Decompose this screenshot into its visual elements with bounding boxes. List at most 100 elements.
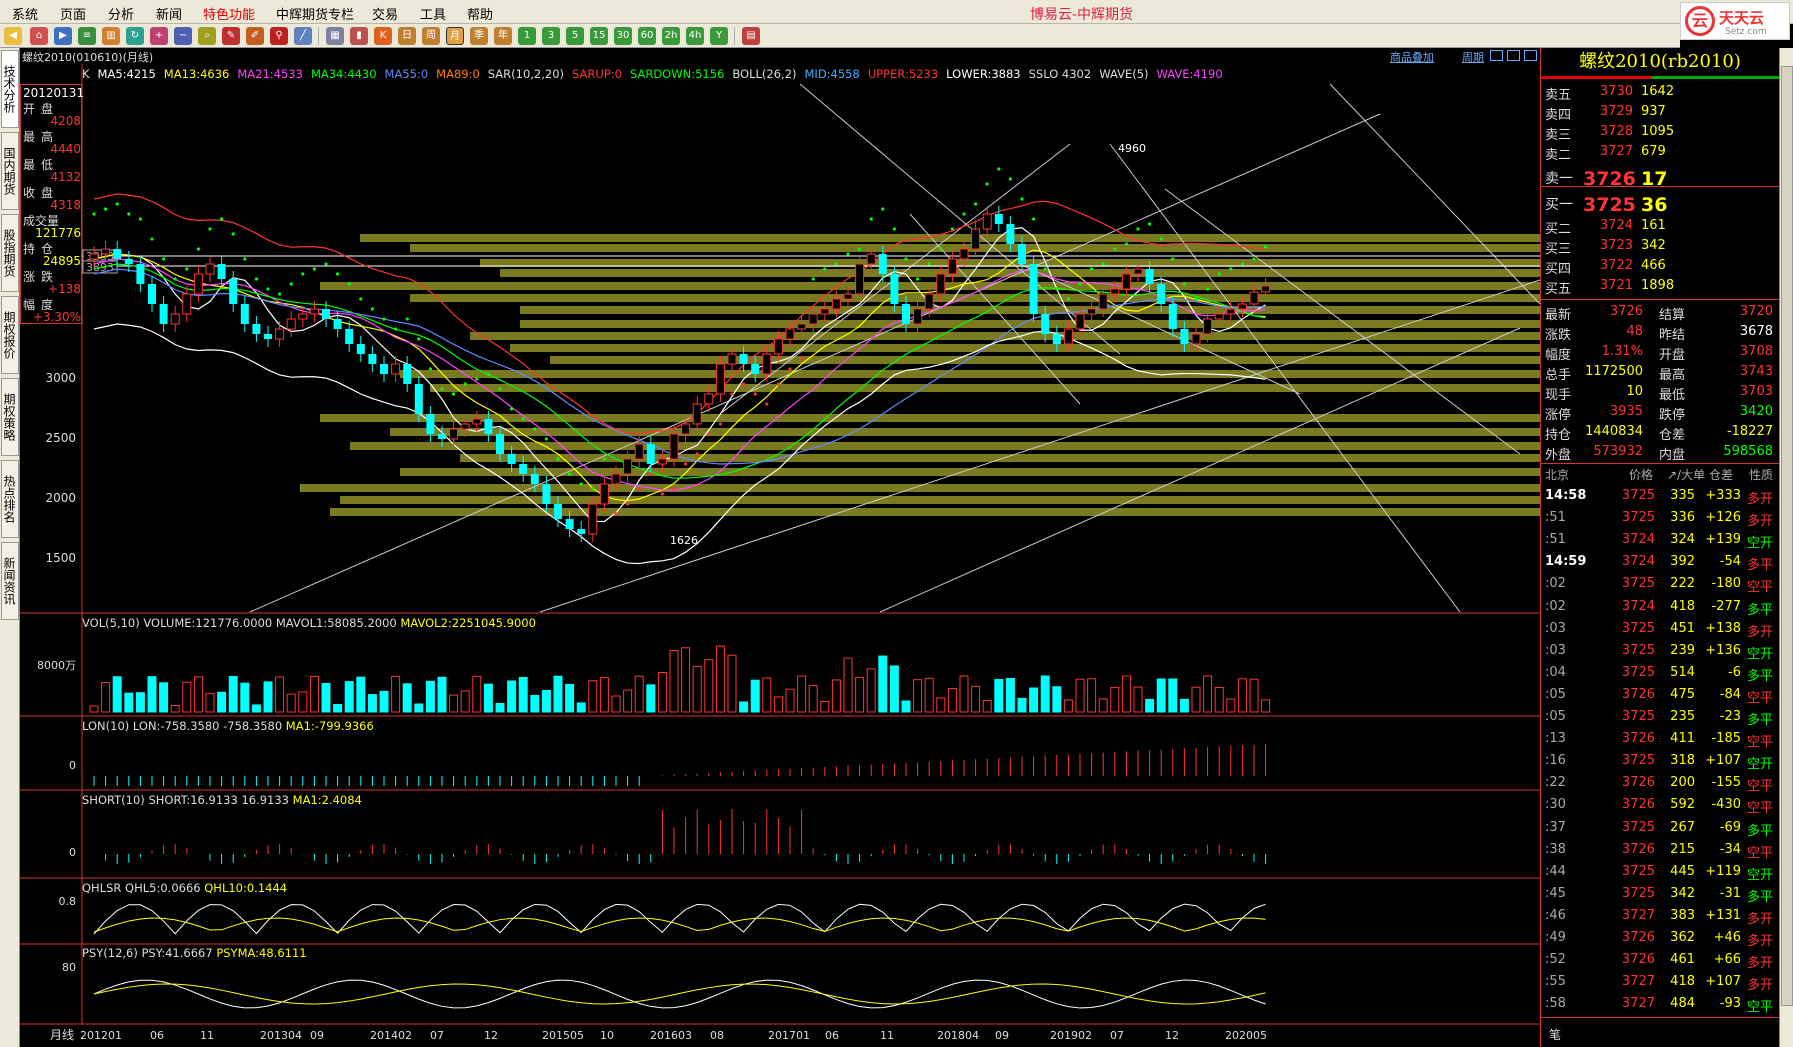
stat-row[interactable]: 持仓 1440834 仓差 -18227: [1541, 422, 1779, 443]
hour2-icon[interactable]: 2h: [662, 27, 680, 45]
period-link[interactable]: 周期: [1462, 49, 1484, 65]
ask-row[interactable]: 卖一 3726 17: [1541, 166, 1779, 190]
chart-icon[interactable]: ▥: [102, 27, 120, 45]
tick-row[interactable]: :52 3726 461 +66 多开: [1541, 950, 1779, 971]
chart-canvas[interactable]: K MA5:4215 MA13:4636 MA21:4533 MA34:4430 MA55…: [20, 64, 1541, 1047]
quote-scrollbar[interactable]: [1779, 48, 1793, 1047]
tick-row[interactable]: :38 3726 215 -34 空平: [1541, 840, 1779, 861]
menu-page[interactable]: 页面: [60, 4, 86, 23]
table-icon[interactable]: ▦: [326, 27, 344, 45]
ask-row[interactable]: 卖二 3727 679: [1541, 142, 1779, 163]
back-icon[interactable]: ◀: [4, 27, 22, 45]
bar-chart-icon[interactable]: ▮: [350, 27, 368, 45]
bid-row[interactable]: 买五 3721 1898: [1541, 276, 1779, 297]
tick-row[interactable]: :45 3725 342 -31 多平: [1541, 884, 1779, 905]
tab-news-info[interactable]: 新闻资讯: [1, 542, 19, 620]
tick-row[interactable]: :22 3726 200 -155 空平: [1541, 773, 1779, 794]
min5-icon[interactable]: 5: [566, 27, 584, 45]
tab-index-futures[interactable]: 股指期货: [1, 214, 19, 292]
tick-row[interactable]: :49 3726 362 +46 多开: [1541, 928, 1779, 949]
tick-row[interactable]: :02 3724 418 -277 多平: [1541, 597, 1779, 618]
menu-features[interactable]: 特色功能: [203, 4, 255, 23]
tab-domestic-futures[interactable]: 国内期货: [1, 132, 19, 210]
commodity-overlay-link[interactable]: 商品叠加: [1390, 49, 1434, 65]
menu-tools[interactable]: 工具: [420, 4, 446, 23]
pin-icon[interactable]: ⚲: [270, 27, 288, 45]
min3-icon[interactable]: 3: [542, 27, 560, 45]
tick-row[interactable]: :04 3725 514 -6 多平: [1541, 663, 1779, 684]
stat-row[interactable]: 总手 1172500 最高 3743: [1541, 362, 1779, 383]
layout2-icon[interactable]: [1507, 50, 1520, 61]
tick-row[interactable]: :03 3725 451 +138 多开: [1541, 619, 1779, 640]
forward-icon[interactable]: ▶: [54, 27, 72, 45]
tab-hot-ranking[interactable]: 热点排名: [1, 460, 19, 538]
search-icon[interactable]: ⌕: [198, 27, 216, 45]
period-year-button[interactable]: 年: [494, 27, 512, 45]
bid-row[interactable]: 买四 3722 466: [1541, 256, 1779, 277]
stat-row[interactable]: 现手 10 最低 3703: [1541, 382, 1779, 403]
home-icon[interactable]: ⌂: [30, 27, 48, 45]
bid-row[interactable]: 买二 3724 161: [1541, 216, 1779, 237]
volume-profile-bar: [510, 344, 1540, 352]
layout1-icon[interactable]: [1490, 50, 1503, 61]
year-icon[interactable]: Y: [710, 27, 728, 45]
draw-icon[interactable]: ✐: [246, 27, 264, 45]
tick-row[interactable]: :05 3725 235 -23 多平: [1541, 707, 1779, 728]
tick-row[interactable]: 14:59 3724 392 -54 多平: [1541, 552, 1779, 573]
tick-row[interactable]: :51 3724 324 +139 空开: [1541, 530, 1779, 551]
period-week-button[interactable]: 周: [422, 27, 440, 45]
menu-analysis[interactable]: 分析: [108, 4, 134, 23]
tab-technical-analysis[interactable]: 技术分析: [1, 50, 19, 128]
tick-row[interactable]: :03 3725 239 +136 空开: [1541, 641, 1779, 662]
ask-row[interactable]: 卖三 3728 1095: [1541, 122, 1779, 143]
ask-row[interactable]: 卖四 3729 937: [1541, 102, 1779, 123]
tick-row[interactable]: :51 3725 336 +126 多开: [1541, 508, 1779, 529]
tick-volume: 342: [1670, 885, 1695, 901]
tick-price: 3725: [1621, 885, 1655, 901]
ask-row[interactable]: 卖五 3730 1642: [1541, 82, 1779, 103]
min15-icon[interactable]: 15: [590, 27, 608, 45]
menu-trade[interactable]: 交易: [372, 4, 398, 23]
zoom-in-icon[interactable]: +: [150, 27, 168, 45]
tick-row[interactable]: :30 3726 592 -430 空平: [1541, 795, 1779, 816]
tick-row[interactable]: :02 3725 222 -180 空平: [1541, 574, 1779, 595]
min1-icon[interactable]: 1: [518, 27, 536, 45]
menu-zhonghui-column[interactable]: 中辉期货专栏: [276, 4, 354, 23]
min60-icon[interactable]: 60: [638, 27, 656, 45]
pen-icon[interactable]: ✎: [222, 27, 240, 45]
period-quarter-button[interactable]: 季: [470, 27, 488, 45]
scrollbar-thumb[interactable]: [1781, 66, 1793, 1006]
stat-row[interactable]: 涨跌 48 昨结 3678: [1541, 322, 1779, 343]
refresh-icon[interactable]: ↻: [126, 27, 144, 45]
tab-option-strategy[interactable]: 期权策略: [1, 378, 19, 456]
stat-row[interactable]: 幅度 1.31% 开盘 3708: [1541, 342, 1779, 363]
tick-row[interactable]: :05 3726 475 -84 空平: [1541, 685, 1779, 706]
tick-row[interactable]: :16 3725 318 +107 空开: [1541, 751, 1779, 772]
line-tool-icon[interactable]: ╱: [294, 27, 312, 45]
period-day-button[interactable]: 日: [398, 27, 416, 45]
tick-row[interactable]: :37 3725 267 -69 多平: [1541, 818, 1779, 839]
bid-row[interactable]: 买三 3723 342: [1541, 236, 1779, 257]
zoom-out-icon[interactable]: −: [174, 27, 192, 45]
layout3-icon[interactable]: [1524, 50, 1537, 61]
stat-row[interactable]: 外盘 573932 内盘 598568: [1541, 442, 1779, 463]
period-month-button[interactable]: 月: [446, 27, 464, 45]
tick-row[interactable]: :44 3725 445 +119 空开: [1541, 862, 1779, 883]
tick-row[interactable]: :46 3727 383 +131 多开: [1541, 906, 1779, 927]
list-icon[interactable]: ≡: [78, 27, 96, 45]
tick-row[interactable]: 14:58 3725 335 +333 多开: [1541, 486, 1779, 507]
calendar-icon[interactable]: ▤: [742, 27, 760, 45]
tick-row[interactable]: :13 3726 411 -185 空平: [1541, 729, 1779, 750]
menu-news[interactable]: 新闻: [156, 4, 182, 23]
stat-row[interactable]: 最新 3726 结算 3720: [1541, 302, 1779, 323]
kline-icon[interactable]: K: [374, 27, 392, 45]
min30-icon[interactable]: 30: [614, 27, 632, 45]
tick-row[interactable]: :55 3727 418 +107 多开: [1541, 972, 1779, 993]
bid-row[interactable]: 买一 3725 36: [1541, 192, 1779, 216]
menu-help[interactable]: 帮助: [467, 4, 493, 23]
menu-system[interactable]: 系统: [12, 4, 38, 23]
tab-option-quotes[interactable]: 期权报价: [1, 296, 19, 374]
hour4-icon[interactable]: 4h: [686, 27, 704, 45]
stat-row[interactable]: 涨停 3935 跌停 3420: [1541, 402, 1779, 423]
tick-row[interactable]: :58 3727 484 -93 空平: [1541, 994, 1779, 1015]
